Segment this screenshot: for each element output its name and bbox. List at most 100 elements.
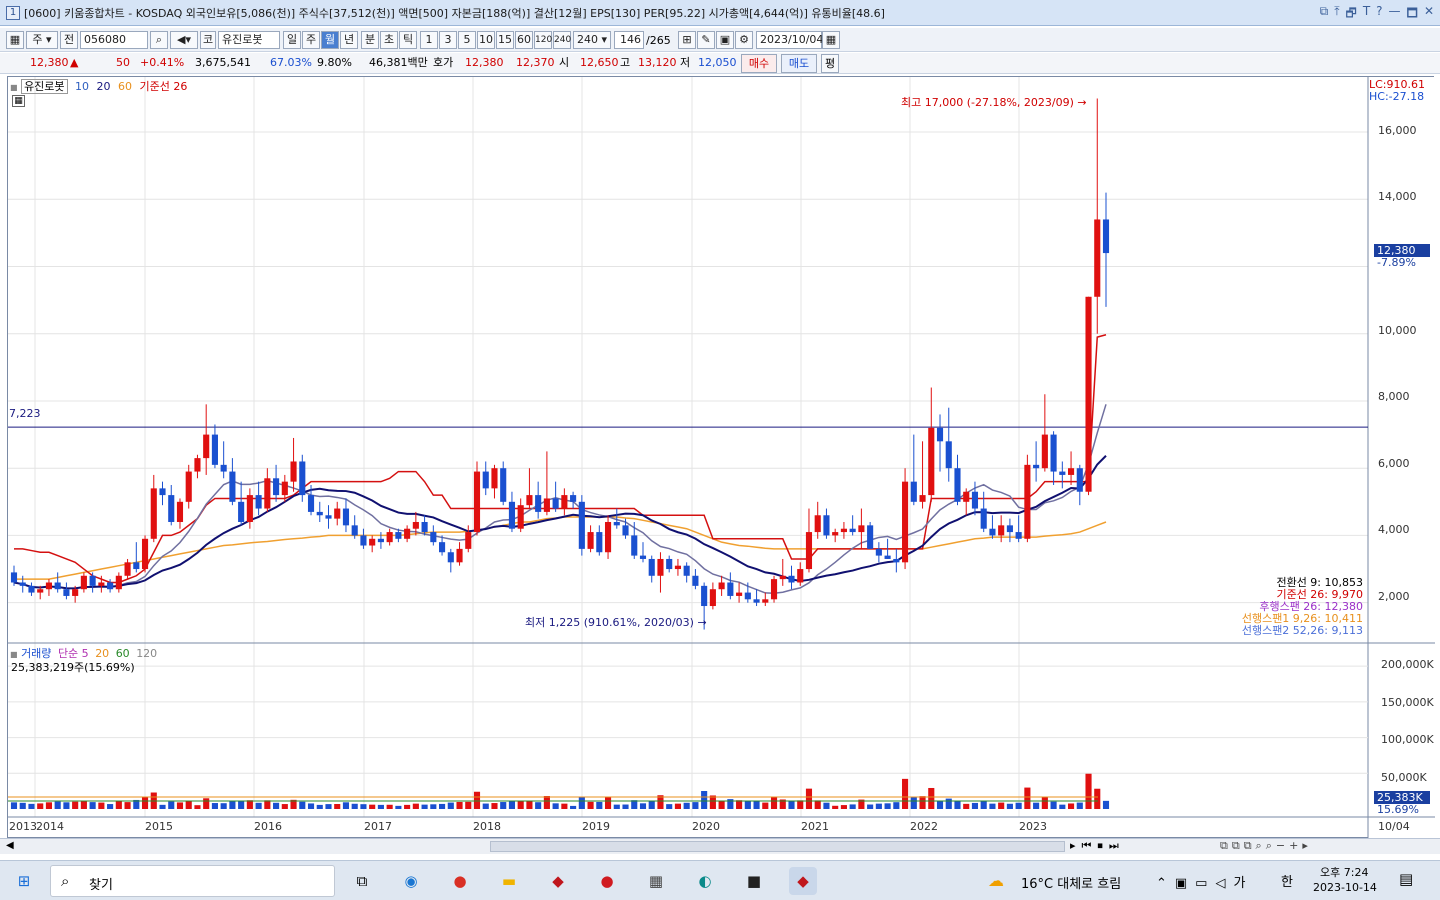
weather-icon[interactable]: ☁ bbox=[988, 871, 1004, 890]
edge-icon[interactable]: ◉ bbox=[397, 867, 425, 895]
candle-body bbox=[1050, 434, 1057, 472]
file-explorer-icon[interactable]: ▬ bbox=[495, 867, 523, 895]
kor-button[interactable]: 코 bbox=[200, 31, 216, 49]
calendar-icon[interactable]: ▦ bbox=[822, 31, 840, 49]
ime-indicator[interactable]: 한 bbox=[1281, 871, 1293, 890]
market-select[interactable]: 주 ▾ bbox=[26, 31, 58, 49]
candle-body bbox=[246, 495, 253, 522]
date-input[interactable]: 2023/10/04 bbox=[756, 31, 823, 49]
draw-icon[interactable]: ✎ bbox=[697, 31, 715, 49]
calculator-icon[interactable]: ▦ bbox=[642, 867, 670, 895]
legend-stock-name[interactable]: 유진로봇 bbox=[21, 79, 68, 94]
candle-body bbox=[666, 558, 673, 570]
price-tick-2000: 2,000 bbox=[1378, 590, 1410, 603]
candle-body bbox=[945, 441, 952, 469]
volume-bar bbox=[229, 801, 236, 809]
volume-bar bbox=[561, 803, 568, 809]
min-3[interactable]: 3 bbox=[439, 31, 457, 49]
min-240[interactable]: 240 bbox=[553, 31, 571, 49]
high-note-text: 최고 17,000 (-27.18%, 2023/09) bbox=[901, 96, 1074, 109]
period-minute[interactable]: 분 bbox=[361, 31, 379, 49]
eval-button[interactable]: 평 bbox=[821, 54, 839, 73]
buy-button[interactable]: 매수 bbox=[741, 54, 777, 73]
task-view-icon[interactable]: ⧉ bbox=[348, 867, 376, 895]
search-placeholder: 찾기 bbox=[89, 878, 113, 893]
grid-icon[interactable]: ⊞ bbox=[678, 31, 696, 49]
restore-layout-icon[interactable]: 🗗 bbox=[1346, 4, 1357, 25]
minimize-icon[interactable]: — bbox=[1389, 4, 1401, 25]
candle-body bbox=[963, 491, 970, 502]
min-60[interactable]: 60 bbox=[515, 31, 533, 49]
volume-bar bbox=[805, 788, 813, 809]
scroll-thumb[interactable] bbox=[490, 841, 1065, 852]
prev-button[interactable]: 전 bbox=[60, 31, 78, 49]
volume-bar bbox=[80, 800, 87, 809]
save-icon[interactable]: ▣ bbox=[716, 31, 734, 49]
min-1[interactable]: 1 bbox=[420, 31, 438, 49]
kiwoom-active-icon[interactable]: ◆ bbox=[789, 867, 817, 895]
zoom-icons[interactable]: ⧉⧉⧉⌕⌕−+▸ bbox=[1220, 839, 1312, 853]
close-icon[interactable]: ✕ bbox=[1424, 4, 1434, 25]
volume-bar bbox=[246, 800, 253, 809]
volume-bar bbox=[744, 800, 751, 809]
window-controls: ⧉ ⤒ 🗗 T ? — 🗖 ✕ bbox=[1320, 4, 1434, 25]
taskbar-search[interactable]: ⌕ 찾기 bbox=[50, 865, 335, 897]
volume-bar bbox=[1015, 802, 1022, 809]
layout-icon[interactable]: ▦ bbox=[6, 31, 24, 49]
window-number-badge[interactable]: 1 bbox=[6, 5, 20, 20]
volume-bar bbox=[1033, 802, 1040, 809]
search-icon[interactable]: ⌕ bbox=[150, 31, 168, 49]
period-tick[interactable]: 틱 bbox=[399, 31, 417, 49]
chart-canvas[interactable] bbox=[8, 77, 1435, 839]
period-year[interactable]: 년 bbox=[340, 31, 358, 49]
min-120[interactable]: 120 bbox=[534, 31, 552, 49]
count-input[interactable]: 146 bbox=[614, 31, 644, 49]
font-icon[interactable]: T bbox=[1363, 4, 1370, 25]
chart-scrollbar[interactable]: ◀ ▸⏮⏹⏭ ⧉⧉⧉⌕⌕−+▸ bbox=[0, 838, 1440, 854]
link-window-icon[interactable]: ⧉ bbox=[1320, 4, 1329, 25]
minute-select[interactable]: 240 ▾ bbox=[573, 31, 611, 49]
scroll-left-icon[interactable]: ◀ bbox=[6, 840, 14, 851]
price-tick-16000: 16,000 bbox=[1378, 124, 1417, 137]
volume-bar bbox=[875, 803, 882, 809]
kiwoom-icon[interactable]: ◆ bbox=[544, 867, 572, 895]
candle-body bbox=[753, 599, 760, 603]
weather-text[interactable]: 16°C 대체로 흐림 bbox=[1021, 873, 1121, 892]
pin-top-icon[interactable]: ⤒ bbox=[1334, 4, 1339, 25]
sell-button[interactable]: 매도 bbox=[781, 54, 817, 73]
app-red-icon[interactable]: ● bbox=[593, 867, 621, 895]
candle-body bbox=[500, 468, 507, 502]
notification-icon[interactable]: ▤ bbox=[1399, 870, 1413, 888]
min-15[interactable]: 15 bbox=[496, 31, 514, 49]
stock-name-field[interactable]: 유진로봇 bbox=[218, 31, 280, 49]
min-5[interactable]: 5 bbox=[458, 31, 476, 49]
app-teal-icon[interactable]: ◐ bbox=[691, 867, 719, 895]
sticky-notes-icon[interactable]: ■ bbox=[740, 867, 768, 895]
sound-icon[interactable]: ◀▾ bbox=[170, 31, 198, 49]
period-second[interactable]: 초 bbox=[380, 31, 398, 49]
clock-time[interactable]: 오후 7:24 bbox=[1320, 864, 1368, 880]
candle-body bbox=[404, 528, 411, 539]
period-day[interactable]: 일 bbox=[283, 31, 301, 49]
min-10[interactable]: 10 bbox=[477, 31, 495, 49]
volume-bar bbox=[1050, 801, 1057, 809]
system-tray-icons[interactable]: ⌃▣▭◁가 bbox=[1156, 872, 1253, 891]
candle-body bbox=[1067, 468, 1075, 475]
help-icon[interactable]: ? bbox=[1376, 4, 1382, 25]
maximize-icon[interactable]: 🗖 bbox=[1407, 4, 1418, 25]
chrome-icon[interactable]: ● bbox=[446, 867, 474, 895]
windows-start-icon[interactable]: ⊞ bbox=[10, 867, 38, 895]
candle-body bbox=[299, 461, 306, 496]
candle-body bbox=[980, 508, 987, 529]
chart-area[interactable]: ■ 유진로봇 10 20 60 기준선 26 ▦ LC:910.61 HC:-2… bbox=[7, 76, 1435, 839]
volume-bar bbox=[72, 801, 79, 809]
settings-icon[interactable]: ⚙ bbox=[735, 31, 753, 49]
volume-bar bbox=[867, 804, 874, 809]
table-view-icon[interactable]: ▦ bbox=[12, 95, 25, 107]
clock-date[interactable]: 2023-10-14 bbox=[1313, 881, 1377, 894]
hc-label: HC:-27.18 bbox=[1369, 90, 1425, 103]
scroll-nav-icons[interactable]: ▸⏮⏹⏭ bbox=[1070, 839, 1125, 853]
period-month[interactable]: 월 bbox=[321, 31, 339, 49]
period-week[interactable]: 주 bbox=[302, 31, 320, 49]
stock-code-input[interactable]: 056080 bbox=[80, 31, 148, 49]
